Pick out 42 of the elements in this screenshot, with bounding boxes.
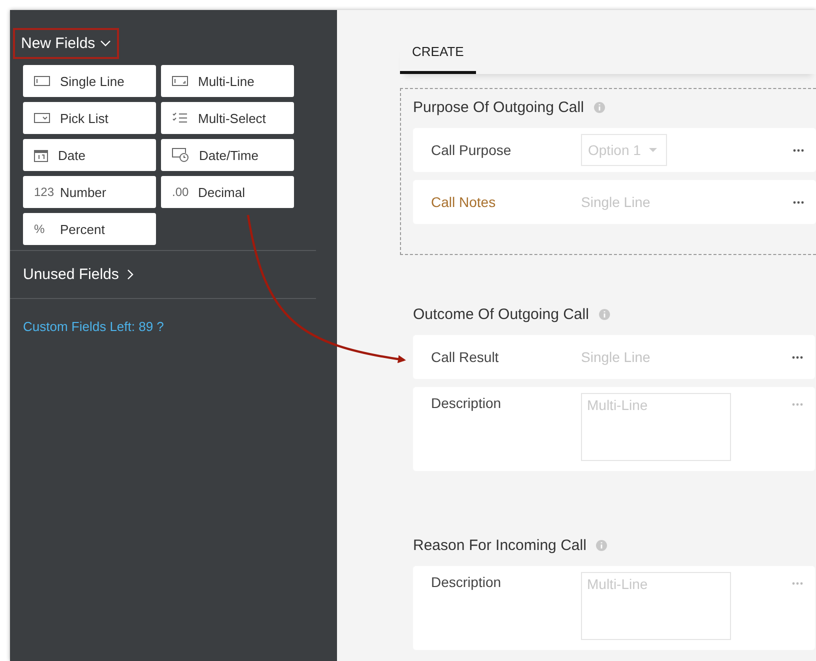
calendar-clock-icon: [172, 148, 189, 162]
field-label: Description: [431, 395, 502, 411]
chevron-down-icon: [100, 40, 112, 47]
text-field-icon: [34, 76, 50, 86]
field-type-button[interactable]: 123 Number: [23, 176, 156, 208]
info-icon: [598, 309, 610, 320]
section-title: Reason For Incoming Call: [413, 537, 586, 554]
custom-fields-left-link[interactable]: Custom Fields Left: 89 ?: [10, 299, 337, 354]
section-title: Outcome Of Outgoing Call: [413, 306, 589, 323]
field-label: Call Purpose: [431, 142, 512, 158]
new-fields-dropdown[interactable]: New Fields: [13, 28, 120, 59]
field-type-button[interactable]: Multi-Line: [161, 65, 294, 97]
checklist-icon: [172, 112, 188, 124]
field-type-glyph: %: [34, 222, 46, 236]
text-area-icon: [172, 76, 188, 86]
field-placeholder: Single Line: [581, 194, 652, 210]
field-type-button[interactable]: % Percent: [23, 213, 156, 245]
field-type-button[interactable]: Multi-Select: [161, 102, 294, 134]
field-row[interactable]: Call Notes Single Line: [413, 180, 816, 224]
dropdown-box-icon: [34, 113, 50, 123]
unused-fields-link[interactable]: Unused Fields: [10, 251, 337, 298]
chevron-right-icon: [126, 269, 134, 280]
field-type-button[interactable]: Pick List: [23, 102, 156, 134]
field-type-button[interactable]: Date/Time: [161, 139, 294, 171]
caret-down-icon: [648, 148, 657, 152]
field-type-button[interactable]: Date: [23, 139, 156, 171]
section-title: Purpose Of Outgoing Call: [413, 99, 584, 116]
calendar-icon: [34, 148, 48, 162]
field-label: Description: [431, 574, 502, 590]
field-label: Call Notes: [431, 194, 497, 210]
more-options-icon[interactable]: [793, 148, 804, 152]
field-type-glyph: .00: [172, 185, 188, 199]
field-label: Call Result: [431, 349, 500, 365]
more-options-icon[interactable]: [793, 200, 804, 204]
field-type-button[interactable]: Single Line: [23, 65, 156, 97]
field-row[interactable]: Call Result Single Line: [413, 335, 815, 379]
field-placeholder: Single Line: [581, 349, 652, 365]
create-tab[interactable]: CREATE: [400, 42, 476, 74]
info-icon: [596, 540, 608, 551]
field-type-button[interactable]: .00 Decimal: [161, 176, 294, 208]
info-icon: [594, 102, 605, 113]
more-options-icon[interactable]: [792, 356, 803, 358]
